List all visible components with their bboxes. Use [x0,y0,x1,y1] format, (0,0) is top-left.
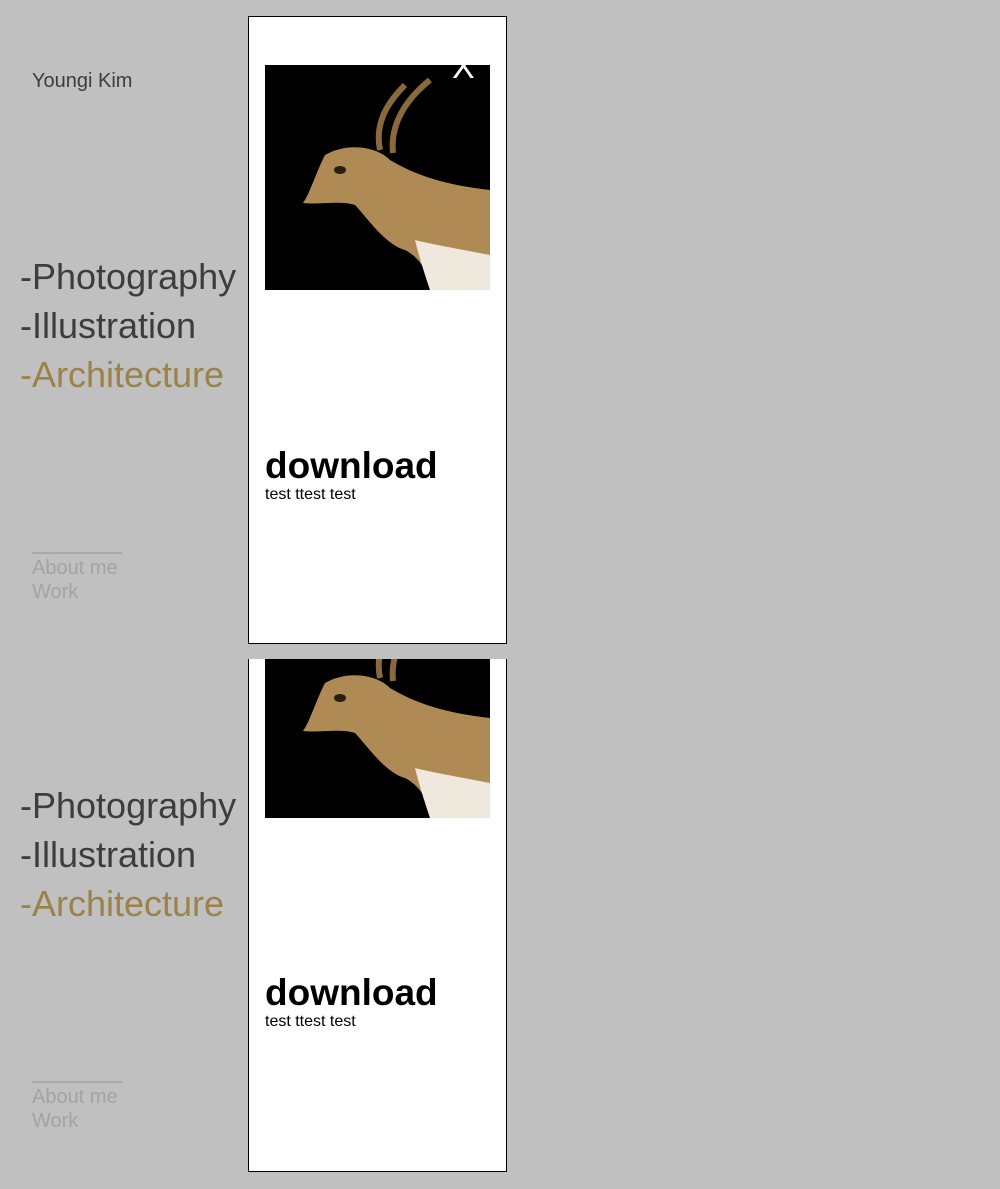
download-link[interactable]: download [265,446,438,486]
nav-item-photography[interactable]: -Photography [20,252,236,301]
about-me-link[interactable]: About me [32,1085,122,1109]
close-button[interactable]: X [452,50,475,84]
nav-item-illustration[interactable]: -Illustration [20,301,236,350]
nav-item-architecture[interactable]: -Architecture [20,879,236,928]
about-me-link[interactable]: About me [32,556,122,580]
antelope-photo [265,65,490,290]
main-nav-repeat: -Photography -Illustration -Architecture [20,781,236,928]
nav-item-illustration[interactable]: -Illustration [20,830,236,879]
detail-panel: X download test ttest test [248,16,507,644]
antelope-photo [265,659,490,818]
footer-links-repeat: About me Work [32,1081,122,1133]
work-link[interactable]: Work [32,1109,122,1133]
nav-item-architecture[interactable]: -Architecture [20,350,236,399]
detail-panel-repeat: download test ttest test [248,659,507,1172]
main-nav: -Photography -Illustration -Architecture [20,252,236,399]
download-description: test ttest test [265,486,356,503]
nav-item-photography[interactable]: -Photography [20,781,236,830]
download-link[interactable]: download [265,973,438,1013]
antelope-image-icon [265,659,490,818]
footer-links: About me Work [32,552,122,604]
work-link[interactable]: Work [32,580,122,604]
site-name[interactable]: Youngi Kim [32,70,132,93]
download-description: test ttest test [265,1013,356,1030]
antelope-image-icon [265,65,490,290]
